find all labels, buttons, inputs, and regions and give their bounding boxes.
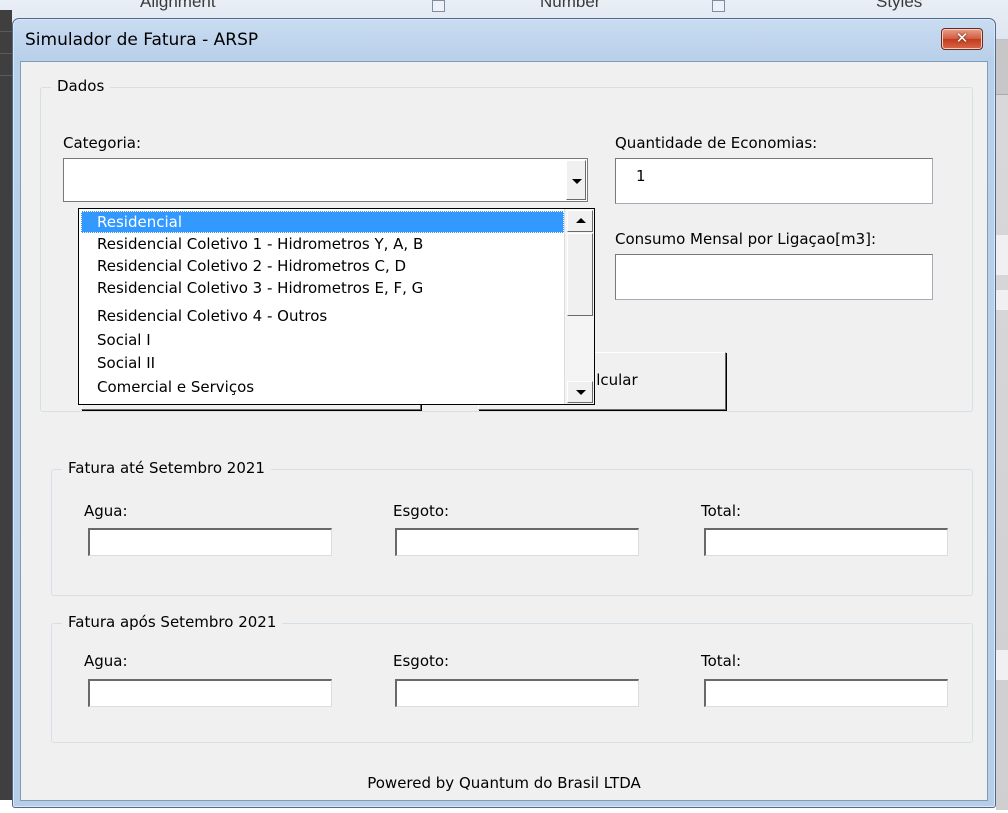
categoria-label: Categoria: bbox=[63, 134, 142, 152]
agua-ate-label: Agua: bbox=[84, 502, 128, 520]
scroll-up-button[interactable] bbox=[567, 210, 593, 232]
title-bar[interactable]: Simulador de Fatura - ARSP ✕ bbox=[13, 19, 995, 61]
background-row-headers bbox=[0, 10, 12, 800]
ribbon-group-styles: Styles bbox=[876, 0, 923, 11]
list-item[interactable]: Residencial bbox=[81, 211, 564, 233]
list-item[interactable]: Residencial Coletivo 1 - Hidrometros Y, … bbox=[81, 233, 564, 255]
group-fatura-apos-legend: Fatura após Setembro 2021 bbox=[62, 613, 283, 631]
group-dados-legend: Dados bbox=[51, 77, 111, 95]
esgoto-ate-field[interactable] bbox=[395, 528, 639, 556]
economias-input[interactable]: 1 bbox=[615, 158, 933, 204]
group-fatura-ate-legend: Fatura até Setembro 2021 bbox=[62, 459, 271, 477]
list-item[interactable]: Residencial Coletivo 3 - Hidrometros E, … bbox=[81, 277, 564, 299]
total-ate-label: Total: bbox=[701, 502, 742, 520]
agua-apos-field[interactable] bbox=[88, 679, 332, 707]
list-item[interactable]: Social II bbox=[81, 352, 564, 374]
total-apos-field[interactable] bbox=[704, 679, 948, 707]
simulador-dialog: Simulador de Fatura - ARSP ✕ Dados Categ… bbox=[12, 18, 996, 808]
esgoto-apos-label: Esgoto: bbox=[393, 652, 450, 670]
scroll-thumb[interactable] bbox=[567, 233, 593, 316]
ribbon-group-number: Number bbox=[540, 0, 601, 11]
scroll-down-button[interactable] bbox=[567, 381, 593, 403]
list-item[interactable]: Residencial Coletivo 2 - Hidrometros C, … bbox=[81, 255, 564, 277]
total-ate-field[interactable] bbox=[704, 528, 948, 556]
chevron-down-icon bbox=[572, 179, 582, 184]
esgoto-apos-field[interactable] bbox=[395, 679, 639, 707]
consumo-input[interactable] bbox=[615, 254, 933, 300]
consumo-label: Consumo Mensal por Ligaçao[m3]: bbox=[615, 230, 877, 248]
categoria-dropdown-list[interactable]: Residencial Residencial Coletivo 1 - Hid… bbox=[78, 208, 595, 405]
chevron-up-icon bbox=[576, 218, 586, 223]
categoria-dropdown-button[interactable] bbox=[566, 160, 586, 200]
chevron-down-icon bbox=[576, 390, 586, 395]
dialog-client-area: Dados Categoria: Quantidade de Economias… bbox=[20, 61, 988, 801]
list-item[interactable]: Comercial e Serviços bbox=[81, 376, 564, 398]
agua-ate-field[interactable] bbox=[88, 528, 332, 556]
dialog-launcher-icon[interactable] bbox=[432, 0, 445, 12]
economias-value: 1 bbox=[636, 167, 646, 185]
esgoto-ate-label: Esgoto: bbox=[393, 502, 450, 520]
background-sheet-edge bbox=[996, 40, 1008, 810]
footer-credit: Powered by Quantum do Brasil LTDA bbox=[367, 774, 641, 792]
total-apos-label: Total: bbox=[701, 652, 742, 670]
list-item[interactable]: Residencial Coletivo 4 - Outros bbox=[81, 305, 564, 327]
close-button[interactable]: ✕ bbox=[941, 28, 983, 50]
economias-label: Quantidade de Economias: bbox=[615, 134, 818, 152]
window-title: Simulador de Fatura - ARSP bbox=[25, 30, 259, 50]
categoria-combobox[interactable] bbox=[63, 158, 588, 202]
dropdown-scrollbar[interactable] bbox=[564, 209, 594, 404]
list-item[interactable]: Social I bbox=[81, 329, 564, 351]
agua-apos-label: Agua: bbox=[84, 652, 128, 670]
ribbon-group-alignment: Alignment bbox=[140, 0, 216, 11]
close-icon: ✕ bbox=[955, 29, 969, 47]
dialog-launcher-icon[interactable] bbox=[712, 0, 725, 12]
